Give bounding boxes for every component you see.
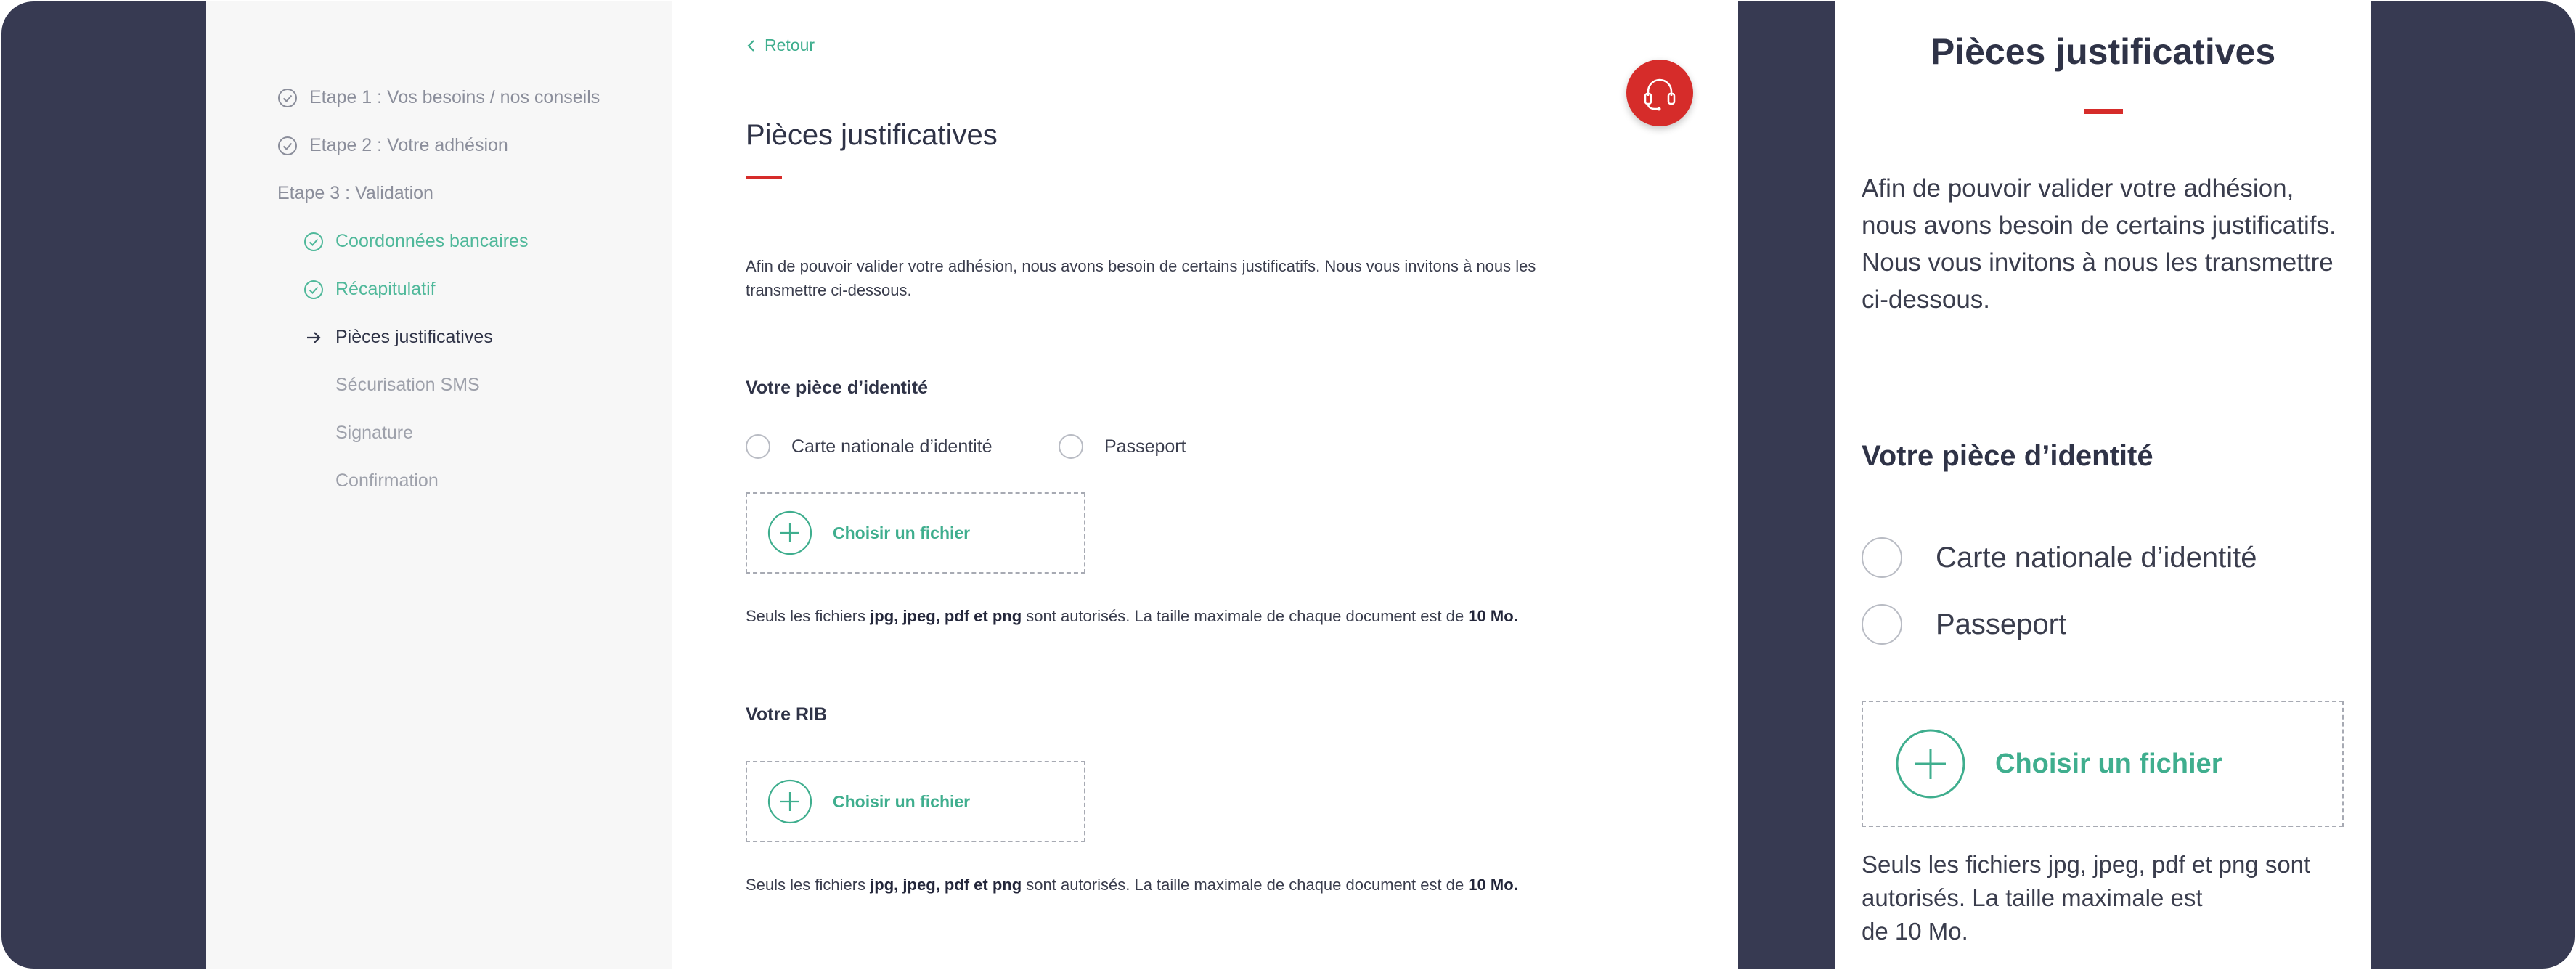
mobile-upload-button[interactable]: Choisir un fichier [1862,701,2344,827]
plus-circle-icon [767,779,812,824]
identity-section-label: Votre pièce d’identité [746,378,928,398]
step-label: Sécurisation SMS [335,375,480,395]
check-circle-icon [278,136,297,155]
hint-prefix: Seuls les fichiers [746,607,871,625]
radio-label: Carte nationale d’identité [791,436,993,457]
step-label: Pièces justificatives [335,327,493,347]
rib-upload-button[interactable]: Choisir un fichier [746,761,1085,842]
step-label: Signature [335,423,414,443]
radio-label: Passeport [1104,436,1186,457]
mobile-page-title: Pièces justificatives [1930,31,2276,72]
radio-label: Carte nationale d’identité [1936,541,2257,574]
arrow-right-icon [307,331,321,343]
file-format-hint: Seuls les fichiers jpg, jpeg, pdf et png… [746,876,1518,894]
step-2[interactable]: Etape 2 : Votre adhésion [277,135,508,156]
step-label: Récapitulatif [335,279,436,299]
check-circle-icon [304,232,323,251]
hint-line: de 10 Mo. [1862,918,1968,945]
main-content: Retour Pièces justificatives Afin de pou… [672,1,1738,969]
sidebar: Etape 1 : Vos besoins / nos conseils Eta… [206,1,672,969]
step-label: Etape 3 : Validation [277,183,433,203]
hint-size: 10 Mo. [1468,876,1518,894]
hint-line: Seuls les fichiers jpg, jpeg, pdf et png… [1862,851,2311,878]
radio-circle[interactable] [1059,434,1083,459]
plus-circle-icon [1896,729,1965,799]
hint-size: 10 Mo. [1468,607,1518,625]
chevron-left-icon [747,39,754,52]
plus-circle-icon [767,510,812,555]
check-circle-icon [304,280,323,299]
title-underline [746,176,782,179]
step-label: Etape 1 : Vos besoins / nos conseils [309,87,600,107]
step-1[interactable]: Etape 1 : Vos besoins / nos conseils [277,87,600,108]
intro-text: Afin de pouvoir valider votre adhésion, … [746,257,1536,299]
identity-upload-button[interactable]: Choisir un fichier [746,492,1085,574]
check-circle-icon [278,88,297,107]
mobile-intro-text: Afin de pouvoir valider votre adhésion, … [1862,174,2336,314]
mobile-radio-passeport[interactable]: Passeport [1862,604,2066,645]
hint-formats: jpg, jpeg, pdf et png [870,876,1022,894]
step-3-header: Etape 3 : Validation [277,183,433,204]
radio-circle[interactable] [1862,537,1902,578]
support-button[interactable] [1626,60,1693,126]
substep-securisation-sms: Sécurisation SMS [335,375,480,396]
radio-passeport[interactable]: Passeport [1059,434,1186,459]
back-link[interactable]: Retour [746,36,815,55]
radio-label: Passeport [1936,608,2067,640]
substep-pieces-justificatives[interactable]: Pièces justificatives [303,327,493,348]
hint-prefix: Seuls les fichiers [746,876,871,894]
step-label: Confirmation [335,470,439,491]
mobile-file-format-hint: Seuls les fichiers jpg, jpeg, pdf et png… [1862,848,2326,948]
hint-line: autorisés. La taille maximale est [1862,884,2203,911]
hint-formats: jpg, jpeg, pdf et png [870,607,1022,625]
file-format-hint: Seuls les fichiers jpg, jpeg, pdf et png… [746,607,1518,626]
radio-carte-identite[interactable]: Carte nationale d’identité [746,434,993,459]
upload-label: Choisir un fichier [833,523,971,542]
radio-circle[interactable] [1862,604,1902,645]
substep-confirmation: Confirmation [335,470,439,492]
mobile-identity-label: Votre pièce d’identité [1862,440,2153,472]
headset-icon [1644,78,1676,111]
substep-recapitulatif[interactable]: Récapitulatif [303,279,436,300]
step-label: Coordonnées bancaires [335,231,529,251]
back-label: Retour [765,36,815,54]
substep-coordonnees-bancaires[interactable]: Coordonnées bancaires [303,231,528,252]
window-frame: Etape 1 : Vos besoins / nos conseils Eta… [1,1,2575,969]
page-title: Pièces justificatives [746,119,998,151]
radio-circle[interactable] [746,434,770,459]
upload-label: Choisir un fichier [833,791,971,811]
step-label: Etape 2 : Votre adhésion [309,135,508,155]
hint-middle: sont autorisés. La taille maximale de ch… [1022,876,1469,894]
rib-section-label: Votre RIB [746,704,828,725]
mobile-title-underline [2084,109,2123,114]
substep-signature: Signature [335,423,413,444]
mobile-preview: Pièces justificatives Afin de pouvoir va… [1835,1,2371,969]
mobile-radio-carte-identite[interactable]: Carte nationale d’identité [1862,537,2257,578]
upload-label: Choisir un fichier [1995,748,2222,779]
hint-middle: sont autorisés. La taille maximale de ch… [1022,607,1469,625]
